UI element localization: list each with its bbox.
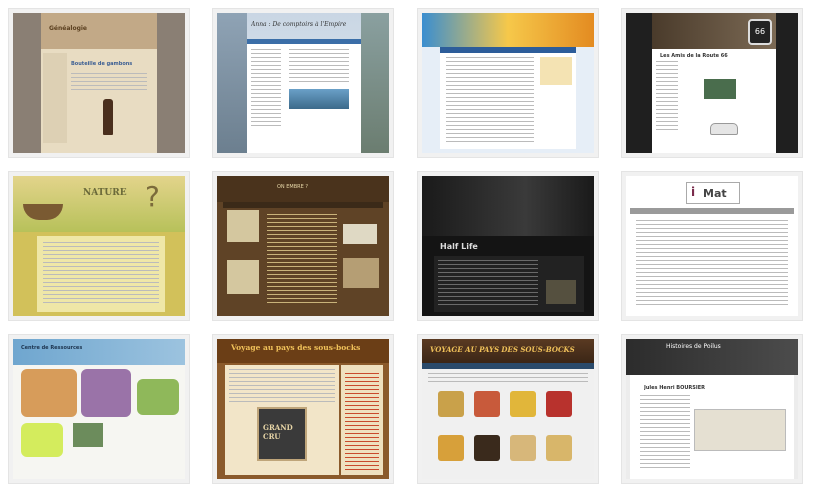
coaster-item	[510, 435, 536, 461]
sidebar-card	[227, 260, 259, 294]
document-image	[694, 409, 786, 451]
thumbnail-11[interactable]: VOYAGE AU PAYS DES SOUS-BOCKS	[418, 335, 598, 483]
site-title: Histoires de Poilus	[666, 343, 721, 350]
calendar-widget	[540, 57, 572, 85]
sidebar-lines	[251, 49, 281, 129]
text-lines	[289, 49, 349, 83]
coaster-image: GRAND CRU	[257, 407, 307, 461]
thumbnail-8[interactable]: i Mat	[622, 172, 802, 320]
thumbnail-9[interactable]: Centre de Ressources	[9, 335, 189, 483]
site-title: Généalogie	[49, 25, 87, 32]
thumbnail-7[interactable]: Half Life	[418, 172, 598, 320]
coaster-item	[474, 435, 500, 461]
coaster-item	[438, 391, 464, 417]
hero-image	[422, 176, 594, 236]
text-lines	[438, 260, 538, 306]
site-title: ON EMBRE ?	[277, 184, 309, 190]
person-name: Jules Henri BOURSIER	[644, 385, 705, 391]
photo	[73, 423, 103, 447]
orange-bubble	[21, 369, 77, 417]
site-title: VOYAGE AU PAYS DES SOUS-BOCKS	[430, 345, 575, 354]
post-image	[546, 280, 576, 304]
text-lines	[267, 214, 337, 304]
calendar-widget	[343, 224, 377, 244]
logo-i: i	[691, 185, 696, 199]
city-right	[361, 13, 389, 153]
banner	[422, 13, 594, 47]
coaster-item	[546, 435, 572, 461]
nav-bar	[422, 363, 594, 369]
site-logo: Half Life	[440, 242, 478, 251]
thumbnail-6[interactable]: ON EMBRE ?	[213, 172, 393, 320]
post-title: Les Amis de la Route 66	[660, 53, 728, 59]
site-title: Centre de Ressources	[21, 345, 83, 351]
sidebar-card	[227, 210, 259, 242]
coaster-label: GRAND CRU	[263, 423, 293, 441]
text-lines	[428, 373, 588, 385]
site-title: Voyage au pays des sous-bocks	[231, 343, 361, 352]
site-title: Anna : De comptoirs à l'Empire	[251, 21, 347, 28]
sidebar-links	[345, 373, 379, 471]
nav-bar	[630, 208, 794, 214]
text-lines	[640, 395, 690, 471]
post-image	[289, 89, 349, 109]
thumbnail-2[interactable]: Anna : De comptoirs à l'Empire	[213, 9, 393, 157]
logo-mat: Mat	[703, 187, 727, 200]
coaster-item	[546, 391, 572, 417]
thumbnail-5[interactable]: NATURE ?	[9, 172, 189, 320]
green-bubble	[137, 379, 179, 415]
coaster-item	[510, 391, 536, 417]
text-lines	[446, 57, 534, 143]
purple-bubble	[81, 369, 131, 417]
sidebar-lines	[656, 61, 678, 131]
post-title: Bouteille de gambons	[71, 61, 133, 67]
thumbnail-1[interactable]: Généalogie Bouteille de gambons	[9, 9, 189, 157]
route-66-sign: 66	[748, 19, 772, 45]
post-image	[704, 79, 736, 99]
sidebar	[43, 53, 67, 143]
question-mark: ?	[145, 180, 160, 213]
banner	[13, 339, 185, 365]
note-card	[343, 258, 379, 288]
yellow-bubble	[21, 423, 63, 457]
text-lines	[43, 242, 159, 306]
thumbnail-4[interactable]: 66 Les Amis de la Route 66	[622, 9, 802, 157]
banner-word: NATURE	[83, 188, 127, 198]
nav-bar	[247, 39, 361, 44]
site-logo: i Mat	[686, 182, 740, 204]
text-lines	[229, 369, 335, 403]
city-left	[217, 13, 247, 153]
coaster-item	[474, 391, 500, 417]
text-lines	[636, 220, 788, 308]
text-lines	[71, 73, 147, 91]
car-image	[710, 123, 738, 135]
thumbnail-12[interactable]: Histoires de Poilus Jules Henri BOURSIER	[622, 335, 802, 483]
thumbnail-3[interactable]	[418, 9, 598, 157]
nav-bar	[223, 202, 383, 208]
thumbnail-10[interactable]: Voyage au pays des sous-bocks GRAND CRU	[213, 335, 393, 483]
bottle-image	[103, 99, 113, 135]
coaster-item	[438, 435, 464, 461]
